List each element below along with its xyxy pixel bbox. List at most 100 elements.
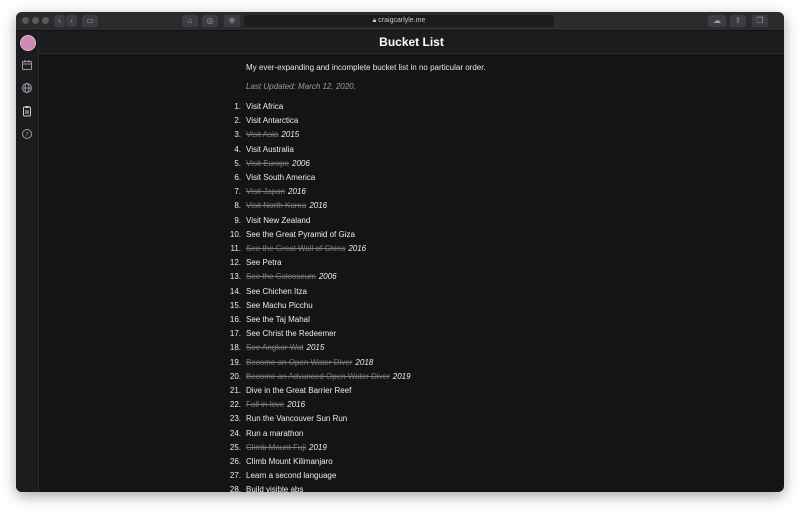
completion-year: 2019 (392, 371, 411, 381)
list-item: 26. Climb Mount Kilimanjaro (39, 456, 784, 468)
globe-icon[interactable] (21, 82, 33, 94)
list-item: 13. See the Colosseum 2006 (39, 271, 784, 283)
list-item-content: Visit Africa (246, 101, 283, 113)
item-label: See the Great Pyramid of Giza (246, 229, 355, 239)
item-label: Visit Antarctica (246, 116, 299, 126)
browser-toolbar: ‹ › ▭ ⌂ ◎ ⊕ 🔒︎ craigcarlyle.me ☁ ⇪ ❐ (16, 12, 784, 31)
list-item: 15. See Machu Picchu (39, 300, 784, 312)
share-icon[interactable]: ⇪ (730, 15, 746, 27)
item-label: Visit South America (246, 173, 316, 182)
list-item-number: 26. (229, 457, 241, 466)
list-item-content: Visit Europe 2006 (246, 158, 310, 170)
list-item-content: Run the Vancouver Sun Run (246, 413, 347, 425)
list-item-content: Climb Mount Fuji 2019 (246, 442, 327, 454)
list-item: 3. Visit Asia 2015 (39, 129, 784, 141)
item-label: See Chichen Itza (246, 286, 307, 296)
page-title: Bucket List (39, 31, 784, 54)
extension-icon[interactable]: ◎ (202, 15, 218, 27)
clipboard-icon[interactable] (21, 105, 33, 117)
completed-item-label: Fall in love (246, 400, 285, 410)
list-item-content: Become an Open Water Diver 2018 (246, 357, 373, 369)
list-item: 19. Become an Open Water Diver 2018 (39, 357, 784, 369)
completion-year: 2016 (288, 187, 306, 197)
list-item-content: Visit Antarctica (246, 115, 298, 127)
globe-toolbar-icon[interactable]: ⊕ (224, 15, 240, 27)
item-label: See Machu Picchu (246, 300, 313, 310)
list-item-content: Visit New Zealand (246, 215, 310, 227)
completion-year: 2016 (287, 400, 306, 410)
cloud-icon[interactable]: ☁ (708, 15, 726, 27)
list-item: 7. Visit Japan 2016 (39, 186, 784, 198)
browser-window: ‹ › ▭ ⌂ ◎ ⊕ 🔒︎ craigcarlyle.me ☁ ⇪ ❐ ? B… (16, 12, 784, 492)
list-item-content: See Petra (246, 257, 282, 269)
list-item-number: 8. (234, 201, 241, 211)
list-item: 9. Visit New Zealand (39, 215, 784, 227)
list-item-number: 9. (234, 215, 241, 225)
completion-year: 2015 (306, 343, 325, 353)
help-icon[interactable]: ? (21, 128, 33, 140)
address-bar[interactable]: 🔒︎ craigcarlyle.me (244, 15, 554, 27)
list-item: 8. Visit North Korea 2016 (39, 200, 784, 212)
tabs-overview-icon[interactable]: ❐ (752, 15, 768, 27)
list-item-number: 21. (229, 386, 241, 395)
item-label: Build visible abs (246, 485, 304, 492)
list-item: 18. See Angkor Wat 2015 (39, 342, 784, 354)
calendar-icon[interactable] (21, 59, 33, 71)
list-item: 5. Visit Europe 2006 (39, 158, 784, 170)
sidebar-toggle-icon[interactable]: ▭ (82, 15, 98, 27)
completion-year: 2018 (355, 357, 374, 367)
item-label: See Petra (246, 258, 282, 268)
item-label: Visit New Zealand (246, 215, 311, 225)
completed-item-label: Become an Advanced Open Water Diver (246, 371, 390, 381)
list-item-content: Fall in love 2016 (246, 399, 305, 411)
list-item-number: 16. (229, 315, 241, 324)
item-label: Visit Africa (246, 102, 284, 111)
list-item-number: 25. (229, 442, 241, 452)
zoom-window-button[interactable] (42, 17, 49, 24)
list-item-number: 11. (230, 244, 241, 253)
app-sidebar: ? (16, 31, 39, 492)
item-label: Climb Mount Kilimanjaro (246, 457, 333, 466)
minimize-window-button[interactable] (32, 17, 39, 24)
completion-year: 2006 (292, 158, 310, 168)
list-item-content: Visit Japan 2016 (246, 186, 306, 198)
list-item: 16. See the Taj Mahal (39, 314, 784, 326)
list-item-number: 22. (229, 400, 241, 410)
list-item-number: 14. (229, 286, 241, 296)
svg-text:?: ? (25, 130, 28, 138)
list-item: 21. Dive in the Great Barrier Reef (39, 385, 784, 397)
completed-item-label: Visit Asia (246, 130, 279, 140)
list-item-number: 4. (234, 144, 241, 154)
list-item-number: 6. (234, 173, 241, 182)
home-icon[interactable]: ⌂ (182, 15, 198, 27)
list-item: 4. Visit Australia (39, 144, 784, 156)
list-item-number: 3. (234, 130, 241, 140)
avatar[interactable] (20, 35, 36, 51)
completed-item-label: Visit North Korea (246, 201, 307, 211)
list-item: 11. See the Great Wall of China 2016 (39, 243, 784, 255)
item-label: Learn a second language (246, 471, 337, 481)
list-item-number: 5. (234, 158, 241, 168)
completed-item-label: Visit Japan (246, 187, 285, 197)
item-label: Visit Australia (246, 144, 294, 154)
url-text: craigcarlyle.me (378, 17, 426, 24)
list-item-content: Run a marathon (246, 428, 303, 440)
forward-button[interactable]: › (66, 15, 77, 27)
list-item-content: Visit North Korea 2016 (246, 200, 327, 212)
list-item-content: See Angkor Wat 2015 (246, 342, 324, 354)
list-item-content: See Chichen Itza (246, 286, 307, 298)
list-item-number: 17. (229, 329, 241, 339)
list-item-number: 10. (229, 229, 241, 239)
completion-year: 2015 (281, 130, 300, 140)
completion-year: 2016 (348, 244, 367, 253)
list-item-number: 27. (229, 471, 241, 481)
back-button[interactable]: ‹ (54, 15, 65, 27)
last-updated-text: Last Updated: March 12, 2020. (246, 82, 356, 91)
list-item-number: 19. (229, 357, 241, 367)
list-item-content: See the Colosseum 2006 (246, 271, 337, 283)
intro-text: My ever-expanding and incomplete bucket … (246, 63, 486, 72)
list-item-number: 7. (234, 187, 241, 197)
list-item-content: Learn a second language (246, 470, 336, 482)
close-window-button[interactable] (22, 17, 29, 24)
completion-year: 2016 (309, 201, 328, 211)
